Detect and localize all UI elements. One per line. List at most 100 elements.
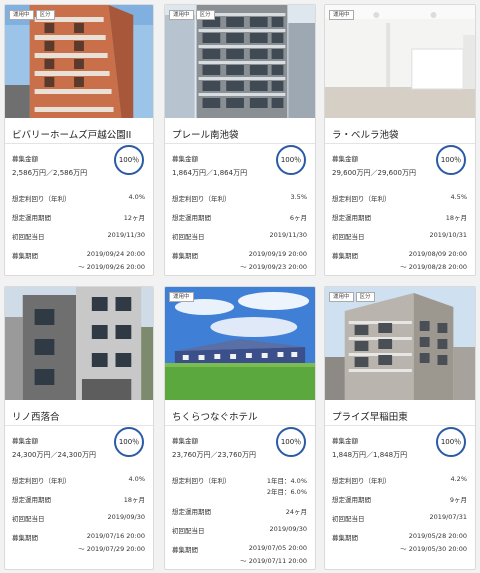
- divider: [5, 425, 153, 426]
- term-label: 想定運用期間: [332, 214, 371, 222]
- property-name[interactable]: プレール南池袋: [172, 127, 239, 141]
- amount-label: 募集金額: [172, 437, 198, 445]
- dividend-row: 初回配当日 2019/09/30: [172, 525, 307, 535]
- yield-value: 4.0%: [128, 193, 145, 201]
- amount-label: 募集金額: [332, 155, 358, 163]
- amount-value: 29,600万円／29,600万円: [332, 169, 416, 177]
- period-label: 募集期間: [172, 252, 198, 260]
- term-label: 想定運用期間: [12, 496, 51, 504]
- yield-value: 3.5%: [290, 193, 307, 201]
- progress-percent: 100％: [440, 438, 462, 446]
- property-photo[interactable]: 運用中 区分: [165, 5, 315, 118]
- term-row: 想定運用期間 9ヶ月: [332, 494, 467, 504]
- property-name[interactable]: ラ・ベルラ池袋: [332, 127, 399, 141]
- yield-row: 想定利回り（年利） 4.5%: [332, 193, 467, 203]
- term-label: 想定運用期間: [332, 496, 371, 504]
- period-row: 募集期間 2019/05/28 20:00 〜 2019/05/30 20:00: [332, 532, 467, 553]
- dividend-value: 2019/11/30: [107, 231, 145, 239]
- status-badge: 運用中: [9, 10, 34, 20]
- period-start: 2019/07/16 20:00: [86, 532, 145, 540]
- divider: [165, 425, 315, 426]
- progress-ring: 100％: [276, 145, 306, 175]
- property-name[interactable]: ビバリーホームズ戸越公園II: [12, 127, 131, 141]
- term-value: 24ヶ月: [285, 508, 307, 516]
- yield-label: 想定利回り（年利）: [332, 477, 391, 485]
- term-row: 想定運用期間 24ヶ月: [172, 506, 307, 516]
- status-badge: 運用中: [169, 292, 194, 302]
- period-end: 〜 2019/09/26 20:00: [78, 263, 145, 271]
- yield-label: 想定利回り（年利）: [172, 477, 231, 485]
- fund-card[interactable]: 運用中 区分 プライズ早稲田東 募集金額 1,848万円／1,848万円 100…: [324, 286, 476, 570]
- period-row: 募集期間 2019/09/19 20:00 〜 2019/09/23 20:00: [172, 250, 307, 271]
- term-label: 想定運用期間: [172, 508, 211, 516]
- divider: [325, 143, 475, 144]
- category-badge: 区分: [355, 292, 375, 302]
- period-row: 募集期間 2019/07/05 20:00 〜 2019/07/11 20:00: [172, 544, 307, 565]
- divider: [5, 143, 153, 144]
- property-name[interactable]: ちくらつなぐホテル: [172, 409, 258, 423]
- property-name[interactable]: リノ西落合: [12, 409, 60, 423]
- period-start: 2019/05/28 20:00: [408, 532, 467, 540]
- fund-card-grid: 運用中 区分 ビバリーホームズ戸越公園II 募集金額 2,586万円／2,586…: [4, 4, 476, 570]
- fund-card[interactable]: リノ西落合 募集金額 24,300万円／24,300万円 100％ 想定利回り（…: [4, 286, 154, 570]
- amount-label: 募集金額: [332, 437, 358, 445]
- amount-value: 2,586万円／2,586万円: [12, 169, 88, 177]
- amount-label: 募集金額: [12, 155, 38, 163]
- property-photo[interactable]: 運用中 区分: [5, 5, 153, 118]
- yield-value: 4.0%: [128, 475, 145, 483]
- status-badge: 運用中: [329, 292, 354, 302]
- fund-card[interactable]: 運用中 ラ・ベルラ池袋 募集金額 29,600万円／29,600万円 100％ …: [324, 4, 476, 276]
- term-row: 想定運用期間 6ヶ月: [172, 212, 307, 222]
- dividend-label: 初回配当日: [12, 233, 45, 241]
- period-end: 〜 2019/08/28 20:00: [400, 263, 467, 271]
- yield-label: 想定利回り（年利）: [12, 477, 71, 485]
- property-photo[interactable]: 運用中 区分: [325, 287, 475, 400]
- period-end: 〜 2019/09/23 20:00: [240, 263, 307, 271]
- progress-percent: 100％: [280, 438, 302, 446]
- period-end: 〜 2019/05/30 20:00: [400, 545, 467, 553]
- period-label: 募集期間: [12, 534, 38, 542]
- yield-row: 想定利回り（年利） 4.0%: [12, 475, 145, 485]
- fund-card[interactable]: 運用中 区分 ビバリーホームズ戸越公園II 募集金額 2,586万円／2,586…: [4, 4, 154, 276]
- divider: [325, 425, 475, 426]
- property-photo[interactable]: 運用中: [325, 5, 475, 118]
- term-label: 想定運用期間: [12, 214, 51, 222]
- yield-label: 想定利回り（年利）: [172, 195, 231, 203]
- dividend-label: 初回配当日: [172, 527, 205, 535]
- progress-ring: 100％: [114, 427, 144, 457]
- period-end: 〜 2019/07/29 20:00: [78, 545, 145, 553]
- yield-row: 想定利回り（年利） 4.0%: [12, 193, 145, 203]
- dividend-value: 2019/11/30: [269, 231, 307, 239]
- term-row: 想定運用期間 18ヶ月: [332, 212, 467, 222]
- dividend-label: 初回配当日: [172, 233, 205, 241]
- progress-ring: 100％: [276, 427, 306, 457]
- dividend-row: 初回配当日 2019/11/30: [172, 231, 307, 241]
- yield-value: 4.5%: [450, 193, 467, 201]
- category-badge: 区分: [195, 10, 215, 20]
- term-value: 18ヶ月: [123, 496, 145, 504]
- property-photo[interactable]: [5, 287, 153, 400]
- dividend-label: 初回配当日: [332, 515, 365, 523]
- amount-label: 募集金額: [172, 155, 198, 163]
- progress-ring: 100％: [436, 145, 466, 175]
- period-label: 募集期間: [172, 546, 198, 554]
- period-row: 募集期間 2019/09/24 20:00 〜 2019/09/26 20:00: [12, 250, 145, 271]
- yield-value-year2: 2年目：6.0%: [266, 488, 307, 496]
- yield-value: 4.2%: [450, 475, 467, 483]
- dividend-value: 2019/09/30: [107, 513, 145, 521]
- dividend-row: 初回配当日 2019/07/31: [332, 513, 467, 523]
- amount-value: 1,864万円／1,864万円: [172, 169, 248, 177]
- fund-card[interactable]: 運用中 ちくらつなぐホテル 募集金額 23,760万円／23,760万円 100…: [164, 286, 316, 570]
- progress-percent: 100％: [118, 438, 140, 446]
- property-name[interactable]: プライズ早稲田東: [332, 409, 408, 423]
- dividend-label: 初回配当日: [12, 515, 45, 523]
- progress-percent: 100％: [440, 156, 462, 164]
- term-row: 想定運用期間 12ヶ月: [12, 212, 145, 222]
- term-value: 18ヶ月: [445, 214, 467, 222]
- property-photo[interactable]: 運用中: [165, 287, 315, 400]
- yield-row: 想定利回り（年利） 3.5%: [172, 193, 307, 203]
- status-badge: 運用中: [169, 10, 194, 20]
- yield-row: 想定利回り（年利） 1年目：4.0% 2年目：6.0%: [172, 475, 307, 496]
- fund-card[interactable]: 運用中 区分 プレール南池袋 募集金額 1,864万円／1,864万円 100％…: [164, 4, 316, 276]
- divider: [165, 143, 315, 144]
